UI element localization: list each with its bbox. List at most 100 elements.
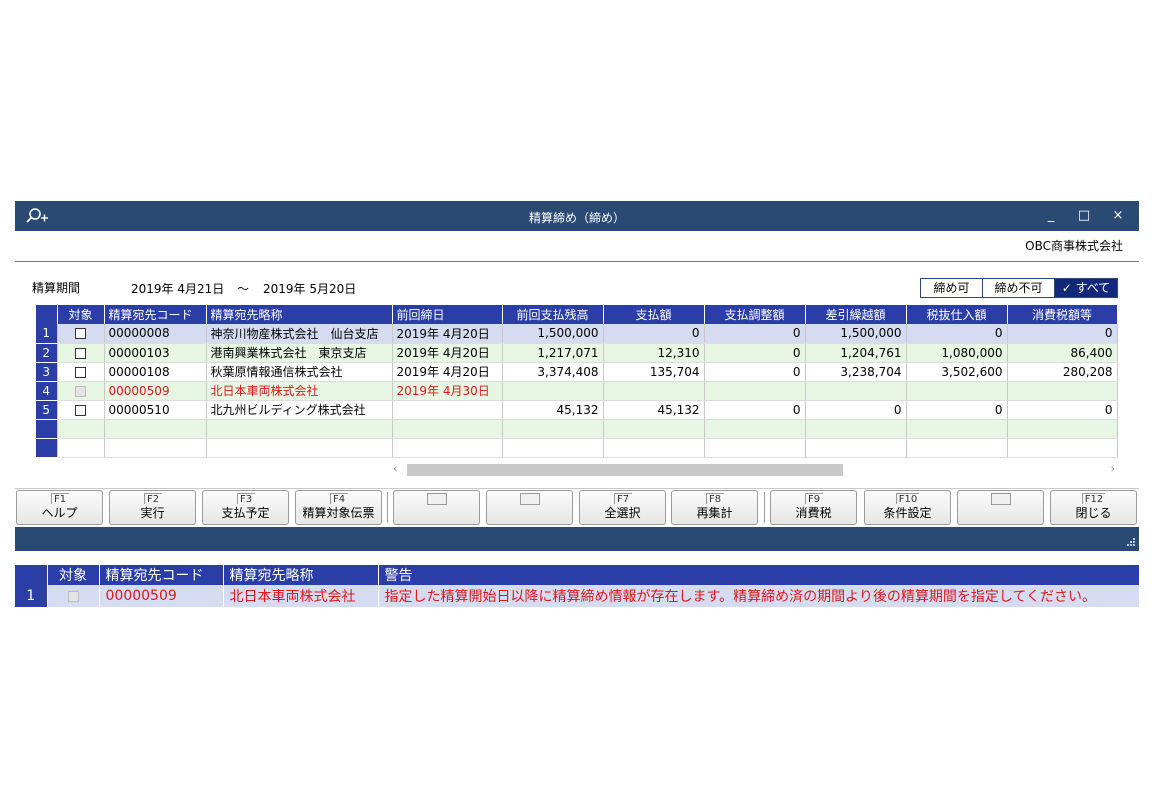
maximize-button[interactable]: □ — [1073, 205, 1095, 227]
cell-code[interactable]: 00000510 — [104, 400, 207, 420]
empty-cell[interactable] — [392, 419, 503, 439]
row-checkbox[interactable] — [57, 324, 105, 344]
cell-tax[interactable]: 86,400 — [1007, 343, 1118, 363]
f11-empty-button[interactable] — [957, 490, 1044, 525]
grid-header-adjust[interactable]: 支払調整額 — [704, 305, 806, 324]
warning-message[interactable]: 指定した精算開始日以降に精算締め情報が存在します。精算締め済の期間より後の精算期… — [378, 585, 1140, 607]
cell-carryover[interactable]: 1,500,000 — [805, 324, 907, 344]
grid-header-name[interactable]: 精算宛先略称 — [206, 305, 393, 324]
grid-header-purchase[interactable]: 税抜仕入額 — [906, 305, 1008, 324]
f10-condition-settings-button[interactable]: F10 条件設定 — [864, 490, 951, 525]
f4-target-vouchers-button[interactable]: F4 精算対象伝票 — [295, 490, 382, 525]
empty-cell[interactable] — [502, 438, 604, 458]
checkbox-icon[interactable] — [75, 366, 86, 378]
cell-tax[interactable]: 0 — [1007, 400, 1118, 420]
close-button[interactable]: × — [1107, 205, 1129, 227]
empty-cell[interactable] — [704, 419, 806, 439]
cell-prev-close[interactable] — [392, 400, 503, 420]
table-row[interactable]: 2 00000103 港南興業株式会社 東京支店 2019年 4月20日 1,2… — [36, 343, 1118, 363]
cell-adjust[interactable]: 0 — [704, 343, 806, 363]
cell-tax[interactable]: 0 — [1007, 324, 1118, 344]
filter-all[interactable]: ✓ すべて — [1055, 279, 1117, 297]
empty-cell[interactable] — [704, 438, 806, 458]
cell-name[interactable]: 神奈川物産株式会社 仙台支店 — [206, 324, 393, 344]
warning-row[interactable]: 1 00000509 北日本車両株式会社 指定した精算開始日以降に精算締め情報が… — [15, 585, 1140, 607]
empty-cell[interactable] — [57, 438, 105, 458]
grid-header-prev-close[interactable]: 前回締日 — [392, 305, 503, 324]
empty-cell[interactable] — [805, 438, 907, 458]
cell-payment[interactable] — [603, 381, 705, 401]
horizontal-scrollbar[interactable]: ‹ › — [393, 461, 1115, 477]
cell-tax[interactable] — [1007, 381, 1118, 401]
f9-consumption-tax-button[interactable]: F9 消費税 — [770, 490, 857, 525]
row-checkbox[interactable] — [57, 400, 105, 420]
cell-adjust[interactable]: 0 — [704, 324, 806, 344]
cell-code[interactable]: 00000509 — [104, 381, 207, 401]
cell-carryover[interactable]: 1,204,761 — [805, 343, 907, 363]
grid-header-target[interactable]: 対象 — [57, 305, 105, 324]
empty-cell[interactable] — [206, 419, 393, 439]
table-row[interactable]: 4 00000509 北日本車両株式会社 2019年 4月30日 — [36, 381, 1118, 401]
cell-purchase[interactable] — [906, 381, 1008, 401]
resize-grip-icon[interactable] — [1125, 538, 1135, 548]
cell-payment[interactable]: 45,132 — [603, 400, 705, 420]
grid-header-code[interactable]: 精算宛先コード — [104, 305, 207, 324]
filter-not-closable[interactable]: 締め不可 — [983, 279, 1055, 297]
cell-purchase[interactable]: 3,502,600 — [906, 362, 1008, 382]
checkbox-icon[interactable] — [75, 404, 86, 416]
empty-cell[interactable] — [1007, 419, 1118, 439]
cell-payment[interactable]: 12,310 — [603, 343, 705, 363]
filter-closable[interactable]: 締め可 — [921, 279, 983, 297]
period-to-date[interactable]: 2019年 5月20日 — [263, 280, 356, 297]
table-row[interactable]: 1 00000008 神奈川物産株式会社 仙台支店 2019年 4月20日 1,… — [36, 324, 1118, 344]
f3-payment-schedule-button[interactable]: F3 支払予定 — [202, 490, 289, 525]
cell-purchase[interactable]: 0 — [906, 324, 1008, 344]
cell-purchase[interactable]: 0 — [906, 400, 1008, 420]
cell-name[interactable]: 秋葉原情報通信株式会社 — [206, 362, 393, 382]
empty-cell[interactable] — [906, 438, 1008, 458]
empty-row[interactable] — [36, 438, 1118, 458]
empty-cell[interactable] — [502, 419, 604, 439]
warning-name[interactable]: 北日本車両株式会社 — [223, 585, 379, 607]
grid-header-carryover[interactable]: 差引繰越額 — [805, 305, 907, 324]
cell-prev-balance[interactable]: 45,132 — [502, 400, 604, 420]
cell-prev-balance[interactable]: 3,374,408 — [502, 362, 604, 382]
cell-prev-balance[interactable] — [502, 381, 604, 401]
empty-cell[interactable] — [104, 419, 207, 439]
cell-code[interactable]: 00000008 — [104, 324, 207, 344]
grid-header-tax[interactable]: 消費税額等 — [1007, 305, 1118, 324]
cell-tax[interactable]: 280,208 — [1007, 362, 1118, 382]
cell-prev-close[interactable]: 2019年 4月30日 — [392, 381, 503, 401]
scroll-left-icon[interactable]: ‹ — [393, 461, 405, 477]
empty-cell[interactable] — [805, 419, 907, 439]
empty-cell[interactable] — [603, 438, 705, 458]
grid-header-payment[interactable]: 支払額 — [603, 305, 705, 324]
period-from-date[interactable]: 2019年 4月21日 — [131, 280, 224, 297]
table-row[interactable]: 5 00000510 北九州ビルディング株式会社 45,132 45,132 0… — [36, 400, 1118, 420]
cell-code[interactable]: 00000103 — [104, 343, 207, 363]
empty-cell[interactable] — [906, 419, 1008, 439]
empty-cell[interactable] — [603, 419, 705, 439]
scroll-right-icon[interactable]: › — [1103, 461, 1115, 477]
cell-payment[interactable]: 0 — [603, 324, 705, 344]
cell-name[interactable]: 北九州ビルディング株式会社 — [206, 400, 393, 420]
cell-name[interactable]: 港南興業株式会社 東京支店 — [206, 343, 393, 363]
warning-code[interactable]: 00000509 — [99, 585, 224, 607]
checkbox-icon[interactable] — [75, 328, 86, 340]
cell-adjust[interactable]: 0 — [704, 400, 806, 420]
empty-row[interactable] — [36, 419, 1118, 439]
cell-payment[interactable]: 135,704 — [603, 362, 705, 382]
empty-cell[interactable] — [1007, 438, 1118, 458]
minimize-button[interactable]: _ — [1040, 205, 1062, 227]
cell-name[interactable]: 北日本車両株式会社 — [206, 381, 393, 401]
cell-adjust[interactable]: 0 — [704, 362, 806, 382]
f7-select-all-button[interactable]: F7 全選択 — [579, 490, 666, 525]
cell-prev-balance[interactable]: 1,500,000 — [502, 324, 604, 344]
empty-cell[interactable] — [57, 419, 105, 439]
cell-purchase[interactable]: 1,080,000 — [906, 343, 1008, 363]
row-checkbox[interactable] — [57, 362, 105, 382]
cell-code[interactable]: 00000108 — [104, 362, 207, 382]
cell-adjust[interactable] — [704, 381, 806, 401]
empty-cell[interactable] — [392, 438, 503, 458]
cell-prev-close[interactable]: 2019年 4月20日 — [392, 324, 503, 344]
